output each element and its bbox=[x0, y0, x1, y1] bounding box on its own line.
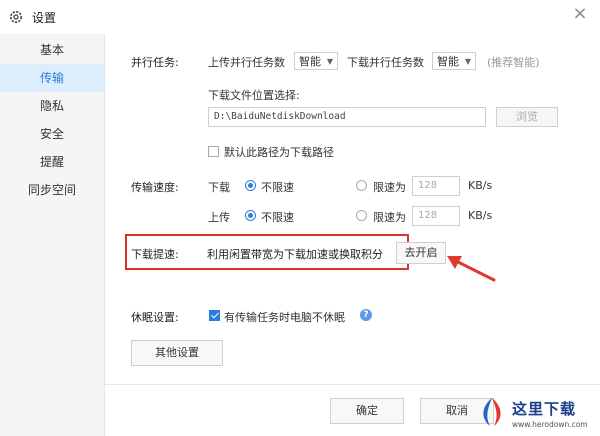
ok-button[interactable]: 确定 bbox=[330, 398, 404, 424]
download-unlimited-label: 不限速 bbox=[261, 181, 294, 194]
upload-limit-input[interactable]: 128 bbox=[412, 206, 460, 226]
download-limit-radio[interactable] bbox=[356, 180, 367, 191]
download-unlimited-radio[interactable] bbox=[245, 180, 256, 191]
download-limit-input[interactable]: 128 bbox=[412, 176, 460, 196]
main-panel: 并行任务: 上传并行任务数 智能 ▼ 下载并行任务数 智能 ▼ (推荐智能) 下… bbox=[104, 34, 600, 436]
sidebar-item-security[interactable]: 安全 bbox=[0, 120, 104, 148]
upload-parallel-select[interactable]: 智能 ▼ bbox=[294, 52, 338, 70]
chevron-down-icon: ▼ bbox=[464, 57, 471, 66]
download-path-input[interactable]: D:\BaiduNetdiskDownload bbox=[208, 107, 486, 127]
sidebar-item-transfer[interactable]: 传输 bbox=[0, 64, 104, 92]
parallel-label: 并行任务: bbox=[131, 56, 179, 69]
upload-limit-radio[interactable] bbox=[356, 210, 367, 221]
annotation-arrow-icon bbox=[447, 256, 496, 282]
download-parallel-value: 智能 bbox=[437, 55, 459, 68]
default-path-label: 默认此路径为下载路径 bbox=[224, 146, 334, 159]
parallel-hint: (推荐智能) bbox=[487, 56, 540, 69]
sidebar-item-basic[interactable]: 基本 bbox=[0, 36, 104, 64]
download-speed-label: 下载 bbox=[208, 181, 230, 194]
close-button[interactable]: × bbox=[570, 4, 590, 24]
footer-divider bbox=[104, 384, 600, 385]
sidebar-item-reminder[interactable]: 提醒 bbox=[0, 148, 104, 176]
watermark-text: 这里下载 bbox=[512, 400, 577, 418]
speed-label: 传输速度: bbox=[131, 181, 179, 194]
download-parallel-label: 下载并行任务数 bbox=[347, 56, 424, 69]
download-parallel-select[interactable]: 智能 ▼ bbox=[432, 52, 476, 70]
chevron-down-icon: ▼ bbox=[326, 57, 333, 66]
upload-unlimited-label: 不限速 bbox=[261, 211, 294, 224]
upload-parallel-label: 上传并行任务数 bbox=[208, 56, 285, 69]
window-title: 设置 bbox=[32, 11, 57, 25]
upload-unit: KB/s bbox=[468, 209, 493, 222]
sidebar-item-privacy[interactable]: 隐私 bbox=[0, 92, 104, 120]
upload-parallel-value: 智能 bbox=[299, 55, 321, 68]
download-unit: KB/s bbox=[468, 179, 493, 192]
download-limit-label: 限速为 bbox=[373, 181, 406, 194]
watermark-url: www.herodown.com bbox=[512, 420, 588, 429]
watermark: 这里下载 www.herodown.com bbox=[476, 392, 600, 436]
gear-icon bbox=[10, 11, 22, 23]
sleep-label: 休眠设置: bbox=[131, 311, 179, 324]
sidebar-item-sync-space[interactable]: 同步空间 bbox=[0, 176, 104, 204]
location-label: 下载文件位置选择: bbox=[208, 89, 300, 102]
prevent-sleep-checkbox[interactable] bbox=[209, 310, 220, 321]
watermark-logo-icon bbox=[483, 398, 501, 426]
prevent-sleep-label: 有传输任务时电脑不休眠 bbox=[224, 311, 345, 324]
upload-unlimited-radio[interactable] bbox=[245, 210, 256, 221]
boost-label: 下载提速: bbox=[131, 248, 179, 261]
close-icon: × bbox=[572, 3, 588, 24]
browse-button[interactable]: 浏览 bbox=[496, 107, 558, 127]
upload-limit-label: 限速为 bbox=[373, 211, 406, 224]
title-bar: 设置 × bbox=[0, 0, 600, 34]
upload-speed-label: 上传 bbox=[208, 211, 230, 224]
default-path-checkbox[interactable] bbox=[208, 146, 219, 157]
other-settings-button[interactable]: 其他设置 bbox=[131, 340, 223, 366]
enable-boost-button[interactable]: 去开启 bbox=[396, 242, 446, 264]
sidebar: 基本 传输 隐私 安全 提醒 同步空间 bbox=[0, 34, 105, 436]
boost-description: 利用闲置带宽为下载加速或换取积分 bbox=[207, 248, 383, 261]
help-icon[interactable]: ? bbox=[360, 309, 372, 321]
